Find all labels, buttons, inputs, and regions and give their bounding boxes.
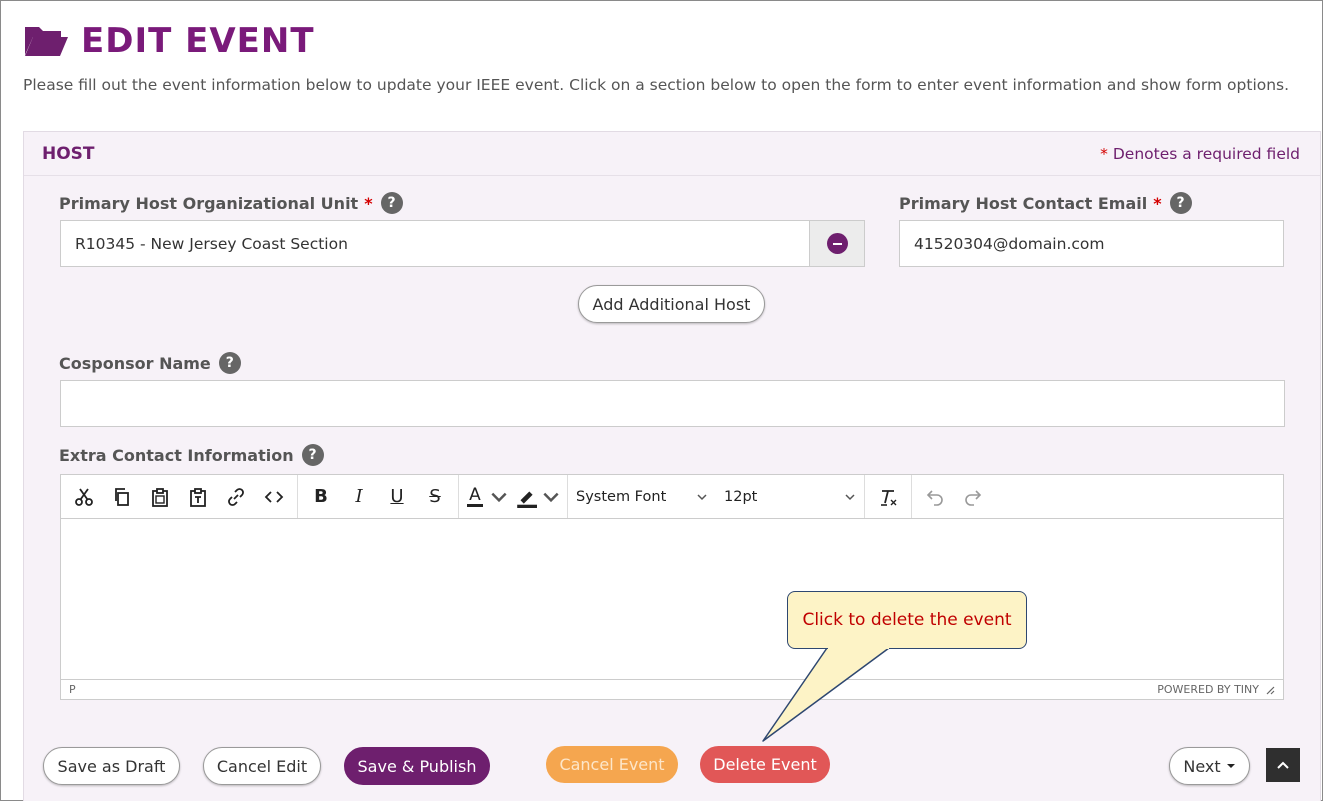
host-section: HOST * Denotes a required field Primary … xyxy=(23,131,1321,801)
folder-open-icon xyxy=(25,27,68,56)
undo-icon[interactable] xyxy=(916,480,954,514)
extra-contact-label: Extra Contact Information ? xyxy=(59,444,324,466)
cosponsor-label-text: Cosponsor Name xyxy=(59,353,211,373)
rich-text-editor: B I U S A System Font 12pt P POWERED BY … xyxy=(60,474,1284,700)
branding-text[interactable]: POWERED BY TINY xyxy=(1157,683,1259,696)
remove-host-button[interactable] xyxy=(809,220,865,267)
required-star: * xyxy=(364,193,373,213)
contact-email-input[interactable]: 41520304@domain.com xyxy=(899,220,1284,267)
toolbar-clear-group xyxy=(865,475,912,518)
clear-formatting-icon[interactable] xyxy=(869,480,907,514)
code-icon[interactable] xyxy=(255,480,293,514)
next-button[interactable]: Next xyxy=(1169,747,1250,785)
required-note-text: Denotes a required field xyxy=(1112,144,1300,163)
editor-content-area[interactable] xyxy=(61,519,1283,679)
cancel-event-button[interactable]: Cancel Event xyxy=(546,746,678,783)
delete-event-callout: Click to delete the event xyxy=(787,591,1027,649)
required-star: * xyxy=(1100,144,1108,163)
required-star: * xyxy=(1153,193,1162,213)
required-note: * Denotes a required field xyxy=(1100,145,1300,163)
contact-email-label: Primary Host Contact Email * ? xyxy=(899,192,1192,214)
strikethrough-icon[interactable]: S xyxy=(416,480,454,514)
page-header: EDIT EVENT xyxy=(23,21,315,61)
paste-icon[interactable] xyxy=(141,480,179,514)
chevron-down-icon xyxy=(491,492,507,502)
font-family-select[interactable]: System Font xyxy=(568,480,716,514)
chevron-up-icon xyxy=(1277,761,1289,769)
paste-text-icon[interactable] xyxy=(179,480,217,514)
font-family-value: System Font xyxy=(576,488,667,505)
underline-icon[interactable]: U xyxy=(378,480,416,514)
element-path[interactable]: P xyxy=(69,683,76,696)
link-icon[interactable] xyxy=(217,480,255,514)
toolbar-font-group: System Font 12pt xyxy=(568,475,865,518)
toolbar-format-group: B I U S xyxy=(298,475,459,518)
editor-statusbar: P POWERED BY TINY xyxy=(61,679,1283,699)
toolbar-color-group: A xyxy=(459,475,568,518)
help-icon[interactable]: ? xyxy=(301,444,324,466)
minus-circle-icon xyxy=(826,233,848,254)
highlight-color-icon[interactable] xyxy=(513,480,563,514)
delete-event-button[interactable]: Delete Event xyxy=(700,746,830,783)
callout-seam xyxy=(828,645,889,649)
resize-handle-icon[interactable] xyxy=(1265,685,1275,695)
cosponsor-input[interactable] xyxy=(60,380,1285,427)
primary-host-label-text: Primary Host Organizational Unit xyxy=(59,193,359,213)
chevron-down-icon xyxy=(543,492,559,502)
chevron-down-icon xyxy=(845,493,855,500)
add-additional-host-button[interactable]: Add Additional Host xyxy=(578,285,765,323)
text-color-glyph: A xyxy=(467,484,483,507)
editor-toolbar: B I U S A System Font 12pt xyxy=(61,475,1283,519)
help-icon[interactable]: ? xyxy=(218,352,241,374)
chevron-down-icon xyxy=(697,493,707,500)
contact-email-label-text: Primary Host Contact Email xyxy=(899,193,1148,213)
host-section-header[interactable]: HOST * Denotes a required field xyxy=(24,132,1320,176)
toolbar-history-group xyxy=(912,475,996,518)
copy-icon[interactable] xyxy=(103,480,141,514)
branding: POWERED BY TINY xyxy=(1157,683,1275,696)
redo-icon[interactable] xyxy=(954,480,992,514)
save-as-draft-button[interactable]: Save as Draft xyxy=(43,747,180,785)
cosponsor-label: Cosponsor Name ? xyxy=(59,352,241,374)
italic-icon[interactable]: I xyxy=(340,480,378,514)
section-title: HOST xyxy=(42,143,95,164)
save-publish-button[interactable]: Save & Publish xyxy=(344,747,490,785)
next-label: Next xyxy=(1183,756,1221,776)
scroll-to-top-button[interactable] xyxy=(1266,748,1300,782)
caret-down-icon xyxy=(1226,764,1235,768)
font-size-select[interactable]: 12pt xyxy=(716,480,864,514)
text-color-icon[interactable]: A xyxy=(463,480,513,514)
help-icon[interactable]: ? xyxy=(380,192,403,214)
cancel-edit-button[interactable]: Cancel Edit xyxy=(203,747,321,785)
extra-contact-label-text: Extra Contact Information xyxy=(59,445,294,465)
page-title: EDIT EVENT xyxy=(81,21,315,61)
bold-icon[interactable]: B xyxy=(302,480,340,514)
primary-host-label: Primary Host Organizational Unit * ? xyxy=(59,192,403,214)
page-intro: Please fill out the event information be… xyxy=(23,76,1290,94)
toolbar-clipboard-group xyxy=(61,475,298,518)
help-icon[interactable]: ? xyxy=(1169,192,1192,214)
primary-host-input[interactable]: R10345 - New Jersey Coast Section xyxy=(60,220,810,267)
font-size-value: 12pt xyxy=(724,488,758,505)
cut-icon[interactable] xyxy=(65,480,103,514)
